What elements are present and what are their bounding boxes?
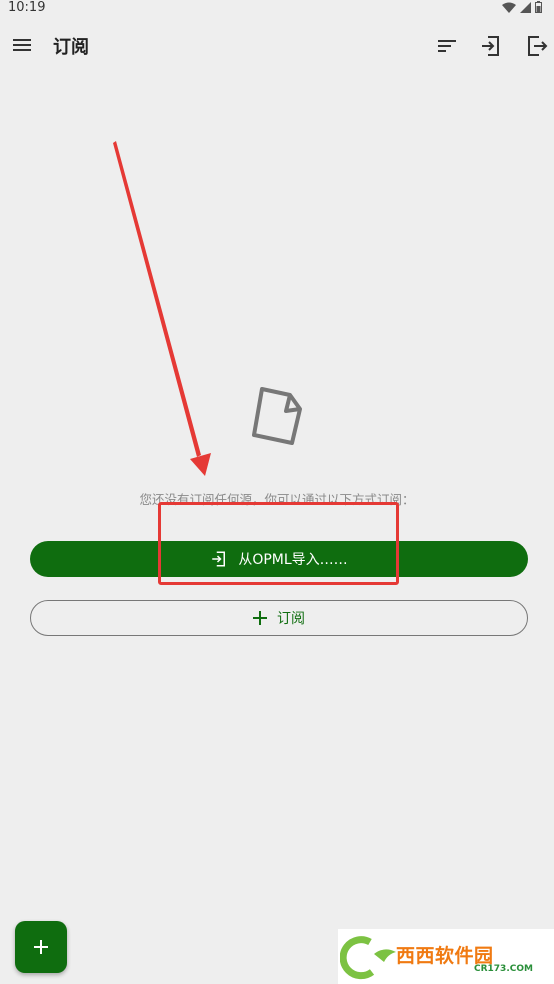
subscribe-label: 订阅	[277, 611, 305, 627]
wifi-icon	[502, 2, 516, 13]
watermark-subtext: CR173.COM	[474, 964, 533, 974]
plus-icon	[34, 940, 48, 954]
battery-icon	[535, 1, 542, 13]
watermark-logo-icon	[340, 936, 396, 980]
add-fab-button[interactable]	[15, 921, 67, 973]
annotation-highlight-box	[158, 502, 399, 585]
empty-file-icon	[252, 387, 302, 445]
plus-icon	[253, 611, 267, 625]
import-icon[interactable]	[479, 34, 503, 58]
subscribe-button[interactable]: 订阅	[30, 600, 528, 636]
status-icons	[502, 1, 542, 13]
watermark: 西西软件园 CR173.COM	[338, 929, 554, 984]
app-bar: 订阅	[0, 26, 554, 66]
sort-icon[interactable]	[435, 34, 459, 58]
signal-icon	[520, 1, 531, 13]
status-time: 10:19	[8, 0, 46, 15]
export-icon[interactable]	[525, 34, 549, 58]
status-bar: 10:19	[0, 0, 554, 16]
menu-icon[interactable]	[12, 36, 34, 54]
page-title: 订阅	[53, 37, 89, 58]
